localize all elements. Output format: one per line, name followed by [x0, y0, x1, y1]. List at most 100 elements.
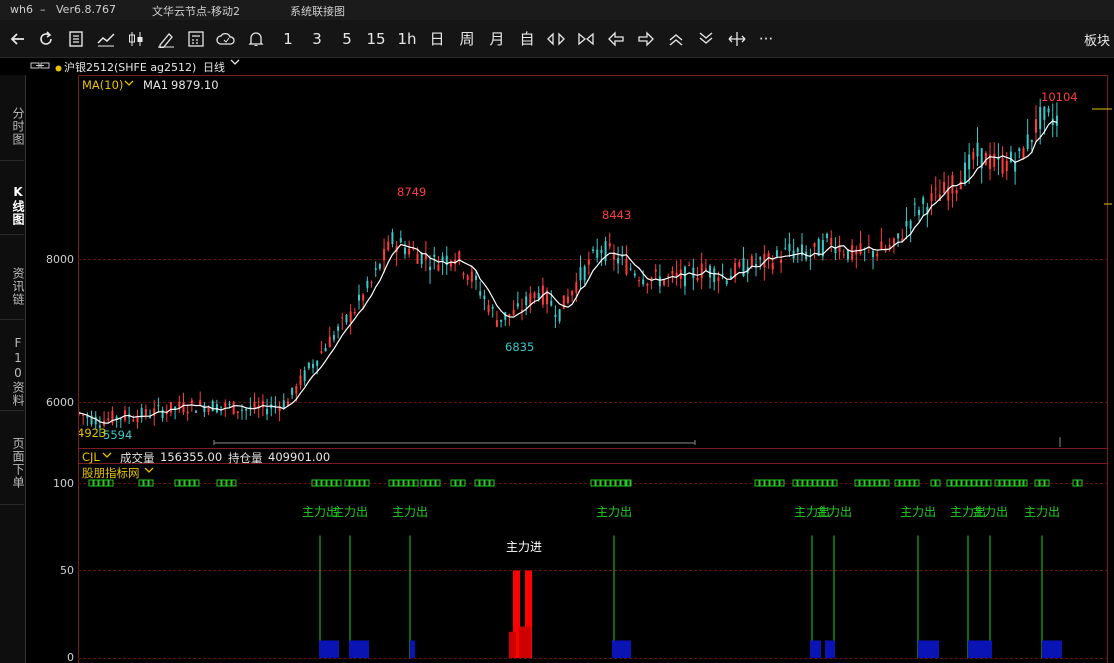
signal-marker [971, 479, 977, 487]
system-menu[interactable]: 系统联接图 [290, 3, 345, 19]
candle-body [750, 256, 753, 267]
candle-body [667, 276, 670, 278]
compress-horizontal-icon[interactable] [576, 28, 596, 50]
tab-page-order[interactable]: 页面下单 [0, 415, 25, 505]
kline-chart[interactable]: 8749683584431010455944923 [79, 76, 1107, 448]
period-week[interactable]: 周 [457, 28, 477, 50]
candle-body [320, 351, 323, 353]
main-force-out-label: 主力出 [972, 505, 1008, 519]
candle-body [236, 411, 239, 414]
candle-body [976, 142, 979, 157]
back-arrow-icon[interactable] [8, 28, 28, 50]
period-custom[interactable]: 自 [517, 28, 537, 50]
signal-marker [610, 479, 616, 487]
instrument-name[interactable]: 沪银2512(SHFE ag2512) [64, 59, 196, 75]
period-selector[interactable]: 日线 [203, 59, 225, 75]
signal-marker [364, 479, 370, 487]
candle-body [658, 276, 661, 287]
period-month[interactable]: 月 [487, 28, 507, 50]
period-3min[interactable]: 3 [307, 28, 327, 50]
link-icon[interactable] [30, 61, 50, 74]
line-chart-icon[interactable] [96, 28, 116, 50]
candle-body [654, 269, 657, 272]
period-1min[interactable]: 1 [278, 28, 298, 50]
candle-body [312, 363, 315, 368]
candle-body [374, 268, 377, 270]
chevron-down-icon[interactable] [230, 57, 240, 70]
blue-block [918, 640, 939, 658]
signal-marker [802, 479, 808, 487]
signal-marker [408, 479, 414, 487]
candle-body [755, 263, 758, 266]
candle-body [796, 248, 799, 252]
candle-body [429, 266, 432, 271]
volume-strip[interactable] [79, 437, 1107, 448]
refresh-icon[interactable] [36, 28, 56, 50]
candle-body [830, 237, 833, 246]
more-menu[interactable]: ··· [756, 28, 776, 50]
candle-body [483, 295, 486, 300]
period-1h[interactable]: 1h [397, 28, 417, 50]
signal-marker [1072, 479, 1078, 487]
candle-body [387, 241, 390, 251]
candle-body [345, 315, 348, 323]
candle-body [1005, 160, 1008, 172]
bell-icon[interactable] [246, 28, 266, 50]
app-version: Ver6.8.767 [56, 3, 116, 16]
tab-kline[interactable]: K线图 [0, 165, 25, 235]
zoom-out-chevron-icon[interactable] [696, 28, 716, 50]
crosshair-icon[interactable] [726, 28, 748, 50]
main-force-out-label: 主力出 [332, 505, 368, 519]
signal-marker [774, 479, 780, 487]
signal-marker [807, 479, 813, 487]
sector-button[interactable]: 板块 [1084, 30, 1110, 49]
volume-chevron-down-icon[interactable] [102, 448, 112, 463]
signal-marker [148, 479, 154, 487]
signal-marker [832, 479, 838, 487]
period-15min[interactable]: 15 [366, 28, 386, 50]
arrow-left-icon[interactable] [606, 28, 626, 50]
server-node[interactable]: 文华云节点-移动2 [152, 3, 240, 19]
main-force-out-label: 主力出 [900, 505, 936, 519]
period-5min[interactable]: 5 [337, 28, 357, 50]
signal-marker [184, 479, 190, 487]
candle-body [266, 408, 269, 415]
candle-body [692, 267, 695, 278]
candle-body [646, 283, 649, 286]
candle-body [683, 266, 686, 287]
signal-marker [231, 479, 237, 487]
candlestick-icon[interactable] [126, 28, 146, 50]
candle-body [332, 335, 335, 340]
signal-marker [899, 479, 905, 487]
range-scrollbar[interactable] [213, 440, 696, 445]
draw-tool-icon[interactable] [156, 28, 176, 50]
candle-body [136, 416, 139, 423]
cloud-sync-icon[interactable] [216, 28, 236, 50]
candle-body [558, 309, 561, 322]
candle-body [416, 253, 419, 264]
calculator-icon[interactable] [186, 28, 206, 50]
candle-body [846, 249, 849, 260]
candle-body [897, 233, 900, 239]
zoom-in-chevron-icon[interactable] [666, 28, 686, 50]
signal-marker [986, 479, 992, 487]
tab-f10[interactable]: F10资料 [0, 323, 25, 411]
blue-block [810, 640, 821, 658]
signal-marker [349, 479, 355, 487]
volume-indicator-label[interactable]: CJL [82, 450, 100, 464]
signal-marker [93, 479, 99, 487]
indicator-chart[interactable]: 主力出主力出 主力出主力进主力出 主力出主力出 主力出 主力出主力出 主力出 [79, 464, 1107, 663]
candle-body [399, 238, 402, 243]
indicator-axis-label-0: 0 [67, 651, 74, 663]
tab-time-sharing[interactable]: 分时图 [0, 81, 25, 161]
period-day[interactable]: 日 [427, 28, 447, 50]
list-icon[interactable] [66, 28, 86, 50]
candle-body [1035, 119, 1038, 133]
arrow-right-icon[interactable] [636, 28, 656, 50]
tab-news-chain[interactable]: 资讯链 [0, 240, 25, 320]
price-markers [1092, 108, 1112, 205]
candle-body [696, 277, 699, 281]
signal-marker [994, 479, 1000, 487]
expand-horizontal-icon[interactable] [546, 28, 566, 50]
candle-body [178, 401, 181, 409]
